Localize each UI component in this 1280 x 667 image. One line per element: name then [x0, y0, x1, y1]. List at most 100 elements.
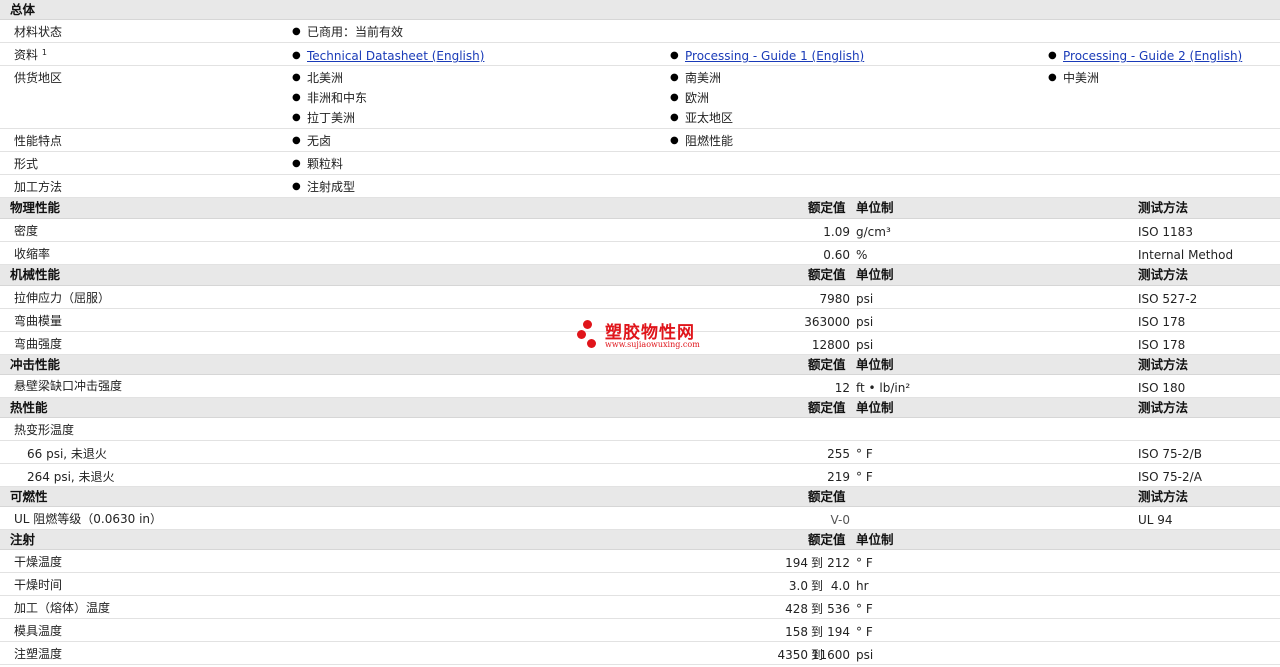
property-name: 拉伸应力（屈服） [14, 291, 111, 305]
property-test: UL 94 [1138, 513, 1173, 527]
table-row: 干燥温度 194 到 212 ° F [0, 550, 1280, 573]
section-title: 总体 [10, 2, 36, 17]
property-test: ISO 180 [1138, 381, 1186, 395]
row-process: 加工方法 注射成型 [0, 175, 1280, 198]
range-min: 194 [785, 556, 808, 570]
property-test: ISO 75-2/A [1138, 470, 1202, 484]
table-row: 264 psi, 未退火 219 ° F ISO 75-2/A [0, 464, 1280, 487]
header-test: 测试方法 [1138, 489, 1189, 504]
table-row: 66 psi, 未退火 255 ° F ISO 75-2/B [0, 441, 1280, 464]
row-label: 材料状态 [14, 25, 63, 39]
property-unit: psi [856, 338, 874, 352]
property-value: 12 [834, 381, 850, 395]
watermark-dot-icon [587, 339, 596, 348]
header-rated: 额定值 [808, 357, 846, 372]
property-value: 363000 [804, 315, 850, 329]
range-to: 到 [811, 579, 824, 593]
property-unit: % [856, 248, 868, 262]
property-value: 12800 [811, 338, 850, 352]
process-value: 注射成型 [292, 180, 355, 194]
table-row: 收缩率 0.60 % Internal Method [0, 242, 1280, 265]
region-item: 中美洲 [1048, 71, 1099, 85]
property-name: 悬壁梁缺口冲击强度 [14, 379, 123, 393]
property-unit: ° F [856, 556, 873, 570]
section-title: 可燃性 [10, 489, 48, 504]
header-unit: 单位制 [856, 532, 894, 547]
row-label: 形式 [14, 157, 39, 171]
row-label: 加工方法 [14, 180, 63, 194]
property-name: 干燥时间 [14, 578, 63, 592]
property-value: 1.09 [823, 225, 850, 239]
property-unit: hr [856, 579, 869, 593]
header-test: 测试方法 [1138, 400, 1189, 415]
property-name: UL 阻燃等级（0.0630 in） [14, 512, 163, 526]
property-value: V-0 [830, 513, 850, 527]
section-title: 注射 [10, 532, 36, 547]
property-name: 264 psi, 未退火 [27, 470, 115, 484]
header-rated: 额定值 [808, 267, 846, 282]
property-value: 255 [827, 447, 850, 461]
header-unit: 单位制 [856, 267, 894, 282]
region-item: 拉丁美洲 [292, 111, 355, 125]
row-label: 资料 1 [14, 48, 47, 62]
property-test: ISO 178 [1138, 338, 1186, 352]
section-injection: 注射 额定值 单位制 [0, 530, 1280, 550]
property-unit: ° F [856, 602, 873, 616]
table-row: 密度 1.09 g/cm³ ISO 1183 [0, 219, 1280, 242]
section-title: 物理性能 [10, 200, 61, 215]
range-to: 到 [811, 625, 824, 639]
range-max: 536 [827, 602, 850, 616]
region-item: 南美洲 [670, 71, 721, 85]
property-test: ISO 527-2 [1138, 292, 1198, 306]
section-title: 机械性能 [10, 267, 61, 282]
feature-item: 阻燃性能 [670, 134, 733, 148]
range-min: 4350 [777, 648, 808, 662]
property-test: ISO 75-2/B [1138, 447, 1202, 461]
property-unit: ° F [856, 470, 873, 484]
doc-link-guide-1[interactable]: Processing - Guide 1 (English) [670, 49, 864, 63]
table-row: 加工（熔体）温度 428 到 536 ° F [0, 596, 1280, 619]
watermark-dot-icon [577, 330, 586, 339]
range-max: 212 [827, 556, 850, 570]
table-row: 拉伸应力（屈服） 7980 psi ISO 527-2 [0, 286, 1280, 309]
range-max: 194 [827, 625, 850, 639]
header-rated: 额定值 [808, 489, 846, 504]
property-test: Internal Method [1138, 248, 1234, 262]
doc-link-guide-2[interactable]: Processing - Guide 2 (English) [1048, 49, 1242, 63]
section-thermal: 热性能 额定值 单位制 测试方法 [0, 398, 1280, 418]
header-rated: 额定值 [808, 400, 846, 415]
row-features: 性能特点 无卤 阻燃性能 [0, 129, 1280, 152]
range-to: 到 [811, 602, 824, 616]
watermark-dot-icon [583, 320, 592, 329]
watermark-url: www.sujiaowuxing.com [605, 340, 700, 349]
property-test: ISO 178 [1138, 315, 1186, 329]
property-test: ISO 1183 [1138, 225, 1193, 239]
section-impact: 冲击性能 额定值 单位制 测试方法 [0, 355, 1280, 375]
section-title: 冲击性能 [10, 357, 61, 372]
doc-link-datasheet[interactable]: Technical Datasheet (English) [292, 49, 484, 63]
row-label: 供货地区 [14, 71, 63, 85]
table-row: 注塑温度 4350 到 11600 psi [0, 642, 1280, 665]
status-value: 已商用：当前有效 [292, 25, 403, 39]
section-title: 热性能 [10, 400, 48, 415]
range-min: 3.0 [788, 579, 808, 593]
property-group-name: 热变形温度 [14, 423, 75, 437]
property-name: 弯曲强度 [14, 337, 63, 351]
property-unit: ° F [856, 625, 873, 639]
table-row: 悬壁梁缺口冲击强度 12 ft • lb/in² ISO 180 [0, 375, 1280, 398]
property-value: 0.60 [823, 248, 850, 262]
form-value: 颗粒料 [292, 157, 343, 171]
section-flammability: 可燃性 额定值 测试方法 [0, 487, 1280, 507]
header-unit: 单位制 [856, 400, 894, 415]
row-documents: 资料 1 Technical Datasheet (English) Proce… [0, 43, 1280, 66]
row-form: 形式 颗粒料 [0, 152, 1280, 175]
range-to: 到 [811, 556, 824, 570]
property-name: 收缩率 [14, 247, 51, 261]
row-material-status: 材料状态 已商用：当前有效 [0, 20, 1280, 43]
feature-item: 无卤 [292, 134, 331, 148]
header-rated: 额定值 [808, 532, 846, 547]
property-name: 加工（熔体）温度 [14, 601, 111, 615]
header-test: 测试方法 [1138, 357, 1189, 372]
property-name: 干燥温度 [14, 555, 63, 569]
property-value: 7980 [819, 292, 850, 306]
